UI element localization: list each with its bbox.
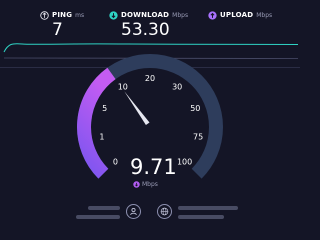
current-speed: 9.71 (130, 155, 177, 179)
download-small-icon (133, 181, 140, 188)
speed-unit: Mbps (133, 181, 158, 188)
server-location-placeholder (178, 215, 224, 219)
gauge-scale-label: 10 (118, 82, 128, 91)
gauge-scale-label: 5 (102, 104, 107, 113)
gauge-scale-label: 20 (145, 74, 155, 83)
gauge-scale-label: 100 (177, 158, 192, 167)
gauge-needle (124, 91, 150, 125)
globe-icon[interactable] (157, 204, 172, 219)
gauge-progress (77, 67, 116, 179)
speed-unit-label: Mbps (142, 181, 158, 188)
speedtest-window: PING ms 7 DOWNLOAD Mbps 53.30 UPLOAD Mbp… (0, 0, 300, 236)
gauge-scale-label: 75 (193, 133, 203, 142)
speed-gauge: 0 1 5 10 20 30 50 75 100 (77, 54, 223, 179)
user-icon[interactable] (126, 204, 141, 219)
gauge-scale-label: 1 (99, 133, 104, 142)
gauge-scale-label: 50 (190, 104, 200, 113)
isp-ip-placeholder (76, 215, 120, 219)
server-name-placeholder (178, 206, 238, 210)
isp-name-placeholder (88, 206, 120, 210)
gauge-scale-label: 30 (172, 82, 182, 91)
gauge-scale-label: 0 (113, 158, 118, 167)
